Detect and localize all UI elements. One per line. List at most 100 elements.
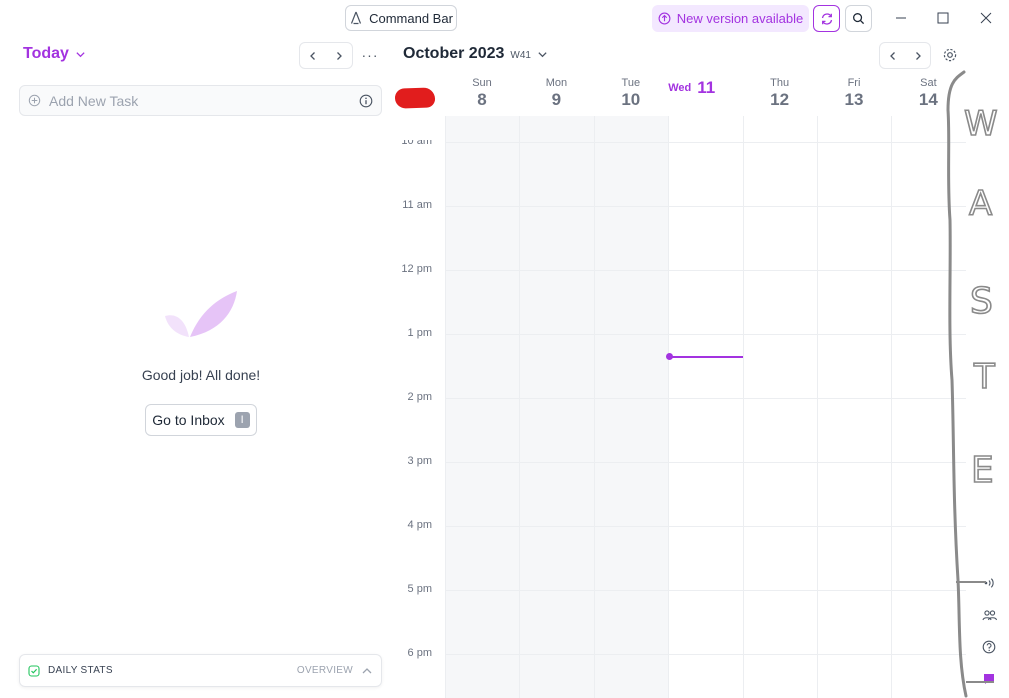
chevron-down-icon: [76, 51, 85, 57]
day-name: Sun: [472, 77, 492, 89]
day-date: 13: [844, 90, 864, 109]
hour-line: [445, 590, 966, 591]
leaf-illustration-icon: [165, 291, 237, 337]
sidebar-day-nav: [299, 42, 353, 69]
day-date: 10: [621, 90, 641, 109]
go-to-inbox-button[interactable]: Go to Inbox I: [145, 404, 257, 436]
next-week-button[interactable]: [905, 43, 930, 68]
next-day-button[interactable]: [326, 43, 352, 68]
minimize-icon: [896, 17, 906, 19]
chevron-right-icon: [337, 51, 342, 60]
hour-label: 4 pm: [407, 519, 432, 531]
hour-line: [445, 334, 966, 335]
info-icon[interactable]: [359, 94, 373, 108]
previous-week-button[interactable]: [880, 43, 905, 68]
previous-day-button[interactable]: [300, 43, 326, 68]
chevron-right-icon: [915, 51, 921, 60]
day-header-wed[interactable]: Wed 11: [668, 77, 742, 98]
empty-state-message: Good job! All done!: [141, 367, 261, 383]
inbox-shortcut-badge: I: [234, 412, 250, 428]
daily-stats-label: DAILY STATS: [48, 665, 113, 676]
handwritten-letter: W: [964, 104, 998, 144]
search-icon: [853, 13, 865, 25]
day-header-thu[interactable]: Thu 12: [743, 77, 817, 110]
minimize-button[interactable]: [886, 5, 916, 31]
command-bar-button[interactable]: Command Bar: [345, 5, 457, 31]
hour-line: [445, 206, 966, 207]
month-label: October 2023: [403, 45, 505, 62]
day-column[interactable]: [519, 116, 593, 698]
day-name: Mon: [545, 77, 568, 89]
search-button[interactable]: [845, 5, 872, 32]
hour-label: 10 am: [401, 135, 432, 147]
new-version-label: New version available: [676, 11, 804, 26]
day-column[interactable]: [817, 116, 891, 698]
check-square-icon: [28, 664, 40, 677]
day-name: Fri: [847, 77, 861, 89]
today-selector[interactable]: Today: [23, 45, 86, 63]
maximize-icon: [937, 12, 949, 24]
chevron-left-icon: [889, 51, 895, 60]
sync-icon: [821, 12, 832, 25]
gear-icon[interactable]: [941, 46, 959, 64]
handwritten-letter: A: [969, 184, 992, 224]
plus-circle-icon: [28, 94, 41, 107]
hour-label: 11 am: [402, 199, 432, 211]
calendar-grid[interactable]: [445, 116, 966, 698]
day-date: 12: [770, 90, 790, 109]
day-header-sun[interactable]: Sun 8: [445, 77, 519, 110]
day-name: Tue: [621, 77, 641, 89]
redaction-mark: [394, 87, 436, 109]
overview-link[interactable]: OVERVIEW: [297, 665, 353, 676]
arrow-up-circle-icon: [658, 12, 671, 25]
day-name: Wed: [668, 81, 692, 94]
day-column[interactable]: [743, 116, 817, 698]
day-date: 8: [477, 90, 487, 109]
close-icon: [980, 12, 992, 24]
month-selector[interactable]: October 2023 W41: [403, 45, 548, 63]
chevron-up-icon[interactable]: [361, 665, 373, 677]
hour-line: [445, 270, 966, 271]
go-to-inbox-label: Go to Inbox: [152, 412, 225, 428]
week-label: W41: [510, 50, 531, 61]
handwritten-letter: T: [973, 357, 995, 397]
week-nav: [879, 42, 931, 69]
today-label: Today: [23, 45, 69, 62]
hour-line: [445, 142, 966, 143]
new-version-button[interactable]: New version available: [652, 5, 809, 32]
day-name: Thu: [770, 77, 790, 89]
handwritten-letter: S: [970, 281, 993, 322]
current-time-indicator: [670, 356, 743, 358]
hour-line: [445, 398, 966, 399]
maximize-button[interactable]: [928, 5, 958, 31]
hour-label: 2 pm: [407, 391, 432, 403]
more-icon: ···: [361, 47, 379, 63]
hour-line: [445, 462, 966, 463]
daily-stats-panel[interactable]: DAILY STATS OVERVIEW: [19, 654, 382, 687]
day-column[interactable]: [594, 116, 668, 698]
hour-line: [445, 526, 966, 527]
chevron-left-icon: [310, 51, 315, 60]
hour-label: 1 pm: [407, 327, 432, 339]
hour-label: 6 pm: [407, 647, 432, 659]
handwritten-letter: E: [971, 450, 994, 491]
day-column[interactable]: [445, 116, 519, 698]
day-column[interactable]: [668, 116, 742, 698]
sync-button[interactable]: [813, 5, 840, 32]
more-options-button[interactable]: ···: [360, 45, 380, 65]
add-task-placeholder: Add New Task: [49, 92, 139, 109]
close-button[interactable]: [971, 5, 1001, 31]
hour-label: 5 pm: [407, 583, 432, 595]
day-date: 9: [551, 90, 562, 109]
day-header-mon[interactable]: Mon 9: [519, 77, 593, 110]
chevron-down-icon: [538, 51, 547, 57]
day-date: 11: [697, 78, 716, 97]
hour-label: 12 pm: [401, 263, 432, 275]
day-header-fri[interactable]: Fri 13: [817, 77, 891, 110]
hour-label: 3 pm: [407, 455, 432, 467]
hour-line: [445, 654, 966, 655]
command-icon: [351, 11, 362, 25]
add-task-input[interactable]: Add New Task: [19, 85, 382, 116]
day-header-tue[interactable]: Tue 10: [594, 77, 668, 110]
command-bar-label: Command Bar: [369, 10, 453, 26]
